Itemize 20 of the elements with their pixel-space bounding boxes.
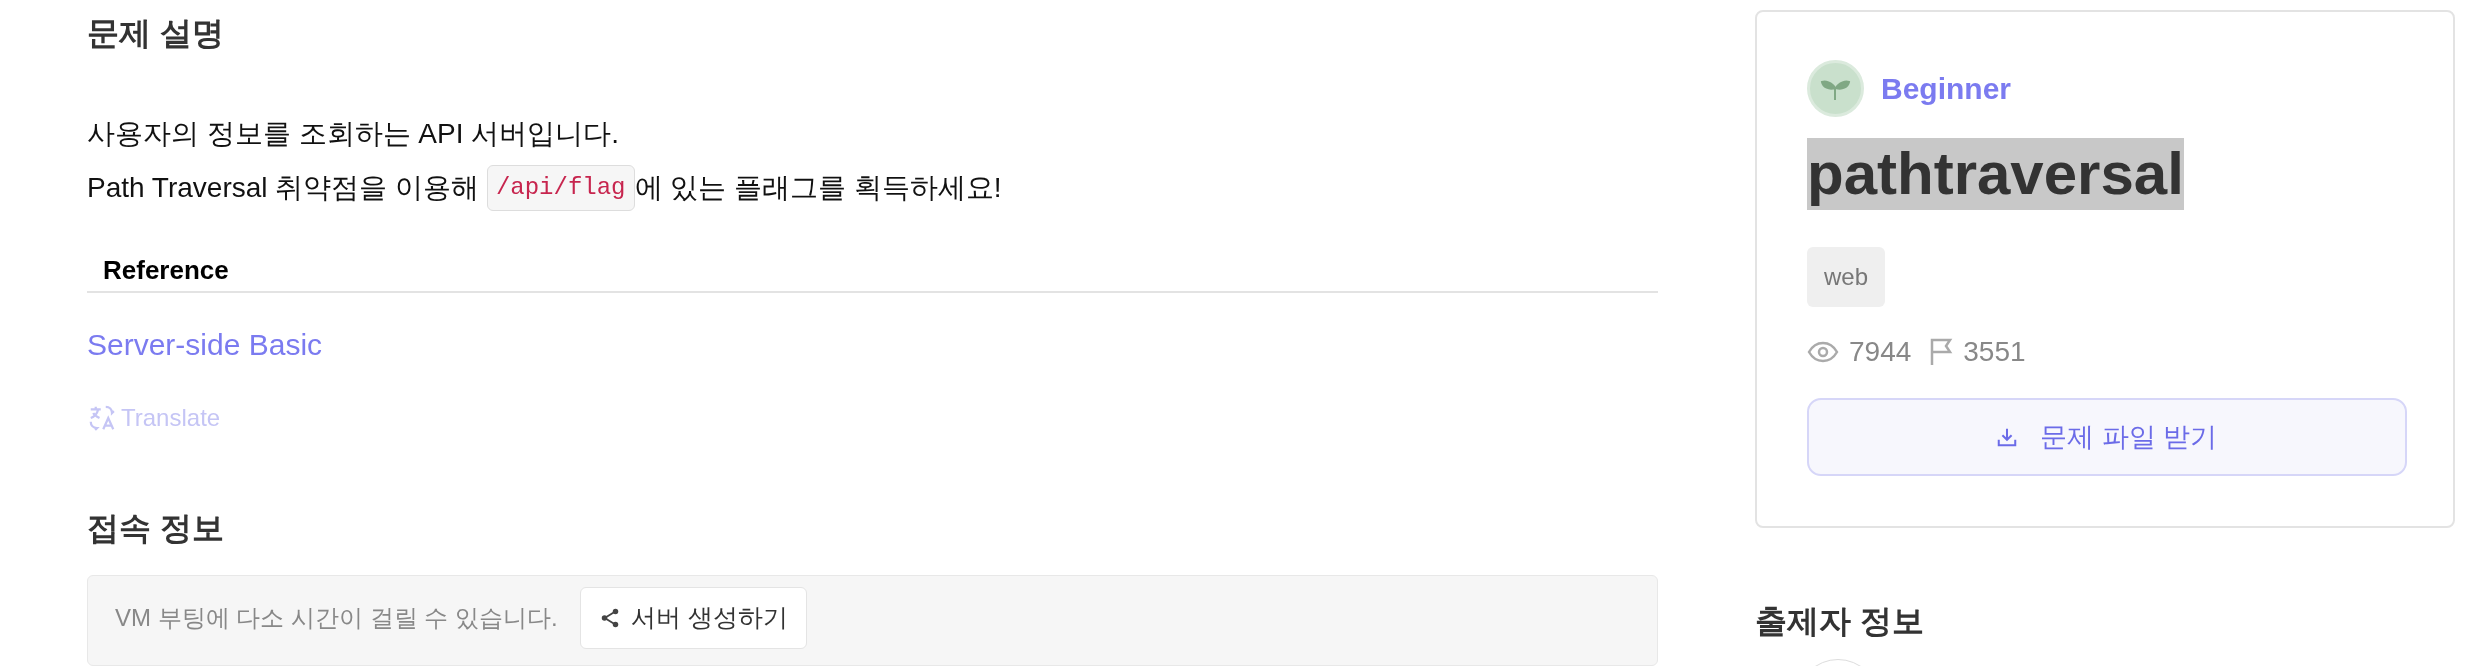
difficulty-label: Beginner <box>1881 71 2012 107</box>
description-text: Path Traversal 취약점을 이용해 /api/flag 에 있는 플래그를 획득하세요! <box>87 166 1658 210</box>
inline-code: /api/flag <box>486 165 635 211</box>
download-button[interactable]: 문제 파일 받기 <box>1807 398 2407 476</box>
challenge-title: pathtraversal <box>1807 138 2184 210</box>
notice-text: VM 부팅에 다소 시간이 걸릴 수 있습니다. <box>115 602 558 633</box>
description-text: 사용자의 정보를 조회하는 API 서버입니다. <box>87 117 621 151</box>
sprout-icon <box>1807 60 1864 117</box>
tag[interactable]: web <box>1807 247 1886 307</box>
reference-link[interactable]: Server-side Basic <box>87 322 323 368</box>
stat-count: 7944 <box>1849 335 1912 369</box>
download-icon <box>1996 426 2019 448</box>
eye-icon <box>1807 341 1839 363</box>
create-server-button[interactable]: 서버 생성하기 <box>579 586 807 649</box>
flag-icon <box>1929 338 1954 366</box>
section-heading: 접속 정보 <box>87 508 225 548</box>
section-heading: 문제 설명 <box>87 14 225 53</box>
section-heading: 출제자 정보 <box>1755 602 1925 641</box>
stat-count: 3551 <box>1963 335 2026 369</box>
table-header: Reference <box>103 253 229 287</box>
